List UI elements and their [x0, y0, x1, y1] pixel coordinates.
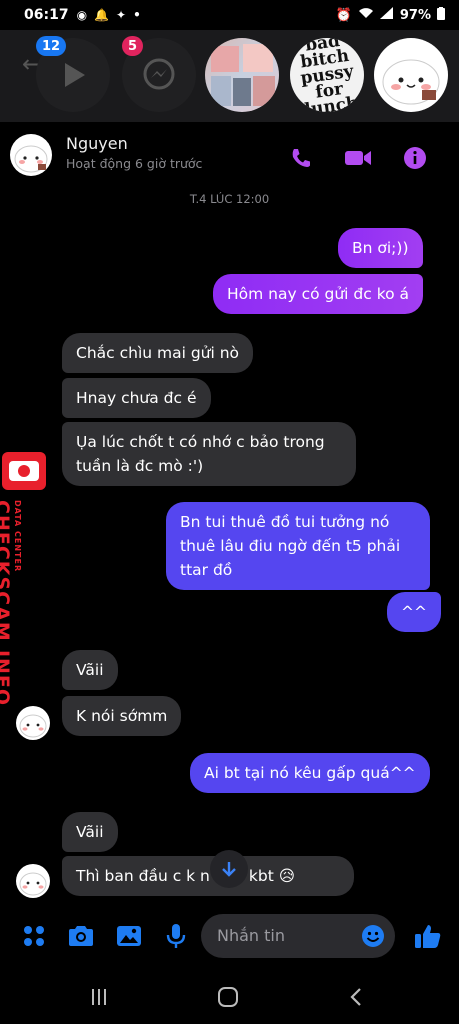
- conversation-header: Nguyen Hoạt động 6 giờ trước: [0, 122, 459, 194]
- info-button[interactable]: [401, 144, 429, 172]
- contact-avatar-small[interactable]: [16, 864, 50, 898]
- like-icon: [415, 925, 441, 948]
- mochi-avatar: [382, 59, 440, 105]
- mochi-avatar-mini: [19, 714, 47, 738]
- wifi-icon: [358, 7, 374, 23]
- back-icon: [350, 988, 361, 1006]
- unread-badge-1: 12: [36, 36, 67, 56]
- info-icon: [404, 147, 426, 169]
- mochi-avatar-mini: [19, 872, 47, 896]
- message-timestamp: T.4 LÚC 12:00: [189, 192, 270, 206]
- chat-head-text-sticker[interactable]: bad bitch pussy for lunch: [290, 38, 364, 112]
- arrow-down-icon: [222, 862, 236, 877]
- message-received[interactable]: Vãii: [62, 650, 118, 690]
- message-composer: Nhắn tin: [0, 910, 459, 962]
- signal-icon: [379, 7, 394, 23]
- camera-icon: [69, 926, 93, 946]
- video-icon: [345, 151, 371, 165]
- gallery-icon: [117, 926, 141, 946]
- status-bar: 06:17 ◉ 🔔 ✦ • ⏰ 97%: [0, 0, 459, 30]
- more-actions-button[interactable]: [20, 922, 48, 950]
- home-icon: [218, 987, 238, 1007]
- active-status: Hoạt động 6 giờ trước: [66, 156, 203, 171]
- emoji-button[interactable]: [361, 924, 385, 952]
- message-received[interactable]: K nói sớmm: [62, 696, 182, 736]
- call-button[interactable]: [287, 144, 315, 172]
- system-nav-bar: [0, 970, 459, 1024]
- messenger-notif-icon: ◉: [76, 8, 88, 22]
- recent-apps-button[interactable]: [84, 982, 114, 1012]
- watermark-sub: DATA CENTER: [13, 500, 22, 573]
- battery-icon: [437, 6, 445, 24]
- tool-icon: ✦: [116, 8, 127, 22]
- message-input[interactable]: Nhắn tin: [201, 914, 395, 958]
- watermark-text: DATA CENTER CHECKSCAM.INFO: [0, 500, 22, 706]
- message-received[interactable]: Vãii: [62, 812, 118, 852]
- unread-badge-2: 5: [122, 36, 144, 56]
- like-button[interactable]: [414, 922, 442, 950]
- recent-apps-icon: [92, 989, 106, 1005]
- notification-bell-icon: 🔔: [94, 8, 110, 22]
- play-icon: [65, 63, 85, 87]
- alarm-icon: ⏰: [335, 7, 352, 23]
- conversation-sheet: Nguyen Hoạt động 6 giờ trước T.4 LÚC 12:…: [0, 122, 459, 970]
- menu-dots-icon: [24, 926, 44, 946]
- camera-button[interactable]: [67, 922, 95, 950]
- microphone-icon: [166, 924, 186, 948]
- home-button[interactable]: [213, 982, 243, 1012]
- watermark-main: CHECKSCAM.INFO: [0, 500, 13, 707]
- message-sent[interactable]: Bn ơi;)): [338, 228, 423, 268]
- gallery-button[interactable]: [115, 922, 143, 950]
- message-sent[interactable]: Hôm nay có gửi đc ko á: [213, 274, 424, 314]
- message-received[interactable]: Chắc chìu mai gửi nò: [62, 333, 254, 373]
- watermark: DATA CENTER CHECKSCAM.INFO: [0, 452, 46, 706]
- status-time: 06:17: [24, 7, 69, 23]
- message-received[interactable]: Hnay chưa đc é: [62, 378, 211, 418]
- phone-icon: [292, 149, 310, 167]
- back-button[interactable]: [342, 982, 372, 1012]
- message-input-placeholder: Nhắn tin: [217, 926, 285, 945]
- dot-icon: •: [133, 8, 141, 22]
- message-received[interactable]: Ụa lúc chốt t có nhớ c bảo trong tuần là…: [62, 422, 356, 486]
- contact-avatar-small[interactable]: [16, 706, 50, 740]
- messenger-icon: [143, 58, 175, 90]
- message-sent[interactable]: Ai bt tại nó kêu gấp quá^^: [190, 753, 430, 793]
- notification-icons: ◉ 🔔 ✦ •: [77, 8, 141, 22]
- voice-message-button[interactable]: [162, 922, 190, 950]
- chat-head-mochi[interactable]: [374, 38, 448, 112]
- emoji-icon: [362, 925, 384, 947]
- sticker-text: bad bitch pussy for lunch: [299, 38, 360, 112]
- scroll-to-bottom-button[interactable]: [210, 850, 248, 888]
- chat-head-photos[interactable]: [205, 38, 279, 112]
- photo-collage-thumbnail: [211, 44, 275, 106]
- video-call-button[interactable]: [344, 144, 372, 172]
- watermark-logo: [2, 452, 46, 490]
- mochi-avatar-small: [14, 145, 48, 173]
- contact-name[interactable]: Nguyen: [66, 134, 128, 153]
- message-sent[interactable]: Bn tui thuê đồ tui tưởng nó thuê lâu điu…: [166, 502, 430, 590]
- battery-percent: 97%: [399, 7, 431, 23]
- contact-avatar[interactable]: [10, 134, 52, 176]
- message-sent[interactable]: ^^: [387, 592, 441, 632]
- message-received[interactable]: Thì ban đầu c k n nên kbt 😥: [62, 856, 354, 896]
- chat-heads-strip: ← bad bitch pussy for lunch 12 5: [0, 30, 459, 122]
